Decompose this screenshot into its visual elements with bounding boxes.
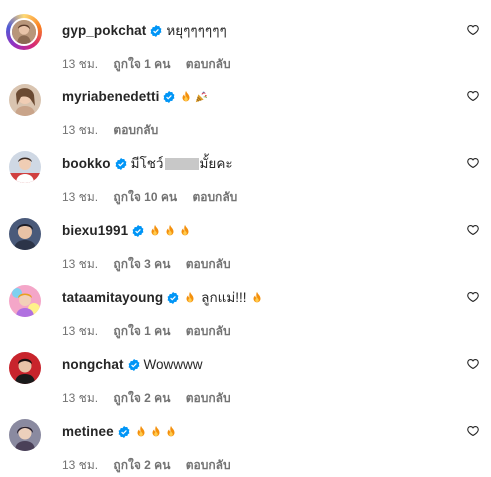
fire-emoji-icon xyxy=(178,224,192,238)
comment-text-line: myriabenedetti xyxy=(62,88,209,106)
username-link[interactable]: metinee xyxy=(62,423,114,441)
comment-meta: 13 ชม. ถูกใจ 3 คน ตอบกลับ xyxy=(62,256,231,272)
comment-text-after: มั้ยคะ xyxy=(199,156,233,171)
comment-text-line: gyp_pokchat หยุๆๆๆๆๆๆ xyxy=(62,22,227,40)
fire-emoji-icon xyxy=(164,425,178,439)
avatar[interactable] xyxy=(9,151,41,183)
censored-text-block xyxy=(164,158,199,170)
fire-emoji-icon xyxy=(148,224,162,238)
comment-text-line: tataamitayoung ลูกแม่!!! xyxy=(62,289,265,307)
like-heart-icon[interactable] xyxy=(467,358,479,370)
fire-emoji-icon xyxy=(163,224,177,238)
reply-button[interactable]: ตอบกลับ xyxy=(186,57,231,71)
username-link[interactable]: nongchat xyxy=(62,356,124,374)
like-heart-icon[interactable] xyxy=(467,90,479,102)
likes-count[interactable]: ถูกใจ 2 คน xyxy=(113,458,170,472)
like-heart-icon[interactable] xyxy=(467,24,479,36)
avatar[interactable] xyxy=(9,352,41,384)
comment-time: 13 ชม. xyxy=(62,257,99,271)
comment-text: Wowwww xyxy=(143,357,203,372)
verified-badge-icon xyxy=(150,25,162,37)
fire-emoji-icon xyxy=(250,291,264,305)
comment-meta: 13 ชม. ตอบกลับ xyxy=(62,122,158,138)
comment-time: 13 ชม. xyxy=(62,57,99,71)
comment-text: ลูกแม่!!! xyxy=(201,290,247,305)
likes-count[interactable]: ถูกใจ 1 คน xyxy=(113,324,170,338)
avatar[interactable] xyxy=(6,14,42,50)
comment-text-line: nongchat Wowwww xyxy=(62,356,203,374)
comment-meta: 13 ชม. ถูกใจ 1 คน ตอบกลับ xyxy=(62,323,231,339)
comment-text-line: metinee xyxy=(62,423,179,441)
comments-list: gyp_pokchat หยุๆๆๆๆๆๆ 13 ชม. ถูกใจ 1 คน … xyxy=(0,0,491,474)
comment-text-before: มีโชว์ xyxy=(130,156,164,171)
comment-meta: 13 ชม. ถูกใจ 2 คน ตอบกลับ xyxy=(62,457,231,473)
comment-time: 13 ชม. xyxy=(62,458,99,472)
comment-item: metinee 13 ชม. ถูกใจ 2 คน ตอบกลับ xyxy=(0,417,491,477)
avatar[interactable] xyxy=(9,419,41,451)
verified-badge-icon xyxy=(118,426,130,438)
avatar[interactable] xyxy=(9,84,41,116)
comment-meta: 13 ชม. ถูกใจ 1 คน ตอบกลับ xyxy=(62,56,231,72)
likes-count[interactable]: ถูกใจ 10 คน xyxy=(113,190,177,204)
comment-meta: 13 ชม. ถูกใจ 2 คน ตอบกลับ xyxy=(62,390,231,406)
likes-count[interactable]: ถูกใจ 3 คน xyxy=(113,257,170,271)
verified-badge-icon xyxy=(132,225,144,237)
verified-badge-icon xyxy=(167,292,179,304)
fire-emoji-icon xyxy=(183,291,197,305)
like-heart-icon[interactable] xyxy=(467,425,479,437)
reply-button[interactable]: ตอบกลับ xyxy=(192,190,237,204)
reply-button[interactable]: ตอบกลับ xyxy=(186,391,231,405)
party-popper-emoji-icon xyxy=(194,90,208,104)
likes-count[interactable]: ถูกใจ 2 คน xyxy=(113,391,170,405)
reply-button[interactable]: ตอบกลับ xyxy=(186,458,231,472)
verified-badge-icon xyxy=(163,91,175,103)
fire-emoji-icon xyxy=(134,425,148,439)
comment-item: nongchat Wowwww 13 ชม. ถูกใจ 2 คน ตอบกลั… xyxy=(0,350,491,410)
comment-item: biexu1991 13 ชม. ถูกใจ 3 คน ตอบกลับ xyxy=(0,216,491,276)
username-link[interactable]: bookko xyxy=(62,155,111,173)
comment-text: หยุๆๆๆๆๆๆ xyxy=(166,23,227,38)
username-link[interactable]: gyp_pokchat xyxy=(62,22,146,40)
comment-item: bookko มีโชว์ มั้ยคะ 13 ชม. ถูกใจ 10 คน … xyxy=(0,149,491,209)
comment-text-line: bookko มีโชว์ มั้ยคะ xyxy=(62,155,233,173)
username-link[interactable]: tataamitayoung xyxy=(62,289,163,307)
comment-item: myriabenedetti 13 ชม. ตอบกลับ xyxy=(0,82,491,142)
fire-emoji-icon xyxy=(179,90,193,104)
reply-button[interactable]: ตอบกลับ xyxy=(186,257,231,271)
avatar[interactable] xyxy=(9,285,41,317)
comment-text-line: biexu1991 xyxy=(62,222,193,240)
reply-button[interactable]: ตอบกลับ xyxy=(186,324,231,338)
comment-time: 13 ชม. xyxy=(62,324,99,338)
like-heart-icon[interactable] xyxy=(467,224,479,236)
likes-count[interactable]: ถูกใจ 1 คน xyxy=(113,57,170,71)
username-link[interactable]: biexu1991 xyxy=(62,222,128,240)
verified-badge-icon xyxy=(128,359,140,371)
username-link[interactable]: myriabenedetti xyxy=(62,88,159,106)
comment-item: gyp_pokchat หยุๆๆๆๆๆๆ 13 ชม. ถูกใจ 1 คน … xyxy=(0,14,491,76)
fire-emoji-icon xyxy=(149,425,163,439)
comment-item: tataamitayoung ลูกแม่!!! 13 ชม. ถูกใจ 1 … xyxy=(0,283,491,343)
like-heart-icon[interactable] xyxy=(467,157,479,169)
avatar[interactable] xyxy=(9,218,41,250)
like-heart-icon[interactable] xyxy=(467,291,479,303)
reply-button[interactable]: ตอบกลับ xyxy=(113,123,158,137)
comment-time: 13 ชม. xyxy=(62,123,99,137)
comment-meta: 13 ชม. ถูกใจ 10 คน ตอบกลับ xyxy=(62,189,237,205)
comment-time: 13 ชม. xyxy=(62,391,99,405)
comment-time: 13 ชม. xyxy=(62,190,99,204)
verified-badge-icon xyxy=(115,158,127,170)
